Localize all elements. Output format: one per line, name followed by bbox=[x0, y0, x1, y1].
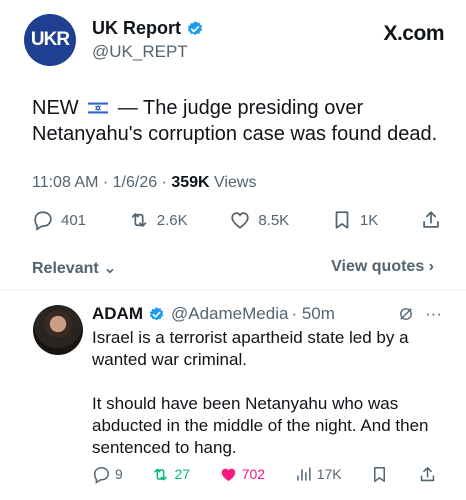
relevant-label: Relevant bbox=[32, 260, 99, 277]
views-count: 359K bbox=[171, 174, 210, 191]
reply-author-name[interactable]: ADAM bbox=[92, 304, 143, 324]
reply-age: · 50m bbox=[291, 304, 335, 323]
reply-bookmark-button[interactable] bbox=[370, 465, 389, 484]
view-quotes-link[interactable]: View quotes › bbox=[331, 258, 434, 278]
post-text-prefix: NEW bbox=[32, 97, 79, 119]
repost-button[interactable]: 2.6K bbox=[128, 209, 188, 231]
share-icon bbox=[423, 211, 439, 228]
reply-share-button[interactable] bbox=[418, 465, 437, 484]
repost-count: 2.6K bbox=[156, 211, 188, 229]
views-label: Views bbox=[214, 174, 257, 191]
share-button[interactable] bbox=[420, 209, 442, 231]
author-handle[interactable]: @UK_REPT bbox=[92, 42, 204, 62]
heart-filled-icon bbox=[221, 468, 235, 481]
analytics-icon bbox=[296, 466, 311, 481]
like-button[interactable]: 8.5K bbox=[229, 209, 289, 231]
replies-sort-bar: Relevant ⌄ View quotes › bbox=[32, 258, 434, 278]
verified-badge-icon bbox=[149, 306, 164, 320]
post-actions: 401 2.6K 8.5K 1K bbox=[32, 208, 442, 232]
share-icon bbox=[420, 466, 435, 481]
repost-icon bbox=[154, 468, 168, 480]
verified-badge-icon bbox=[187, 20, 203, 35]
reply-paragraph: Israel is a terrorist apartheid state le… bbox=[92, 328, 409, 369]
reply-count: 401 bbox=[61, 211, 87, 229]
reply-tools: ··· bbox=[397, 304, 442, 324]
reply-like-button[interactable]: 702 bbox=[219, 465, 265, 484]
reply-icon bbox=[94, 466, 109, 484]
post-meta: 11:08 AM · 1/6/26 · 359K Views bbox=[32, 174, 256, 192]
heart-icon bbox=[231, 212, 249, 229]
reply-views-button[interactable]: 17K bbox=[294, 465, 342, 484]
reply-like-count: 702 bbox=[241, 466, 266, 482]
israel-flag-icon bbox=[88, 101, 109, 115]
reply-reply-count: 9 bbox=[115, 466, 123, 482]
reply-views-count: 17K bbox=[316, 466, 342, 482]
bookmark-count: 1K bbox=[359, 211, 379, 229]
post-timestamp[interactable]: 11:08 AM · 1/6/26 · bbox=[32, 174, 167, 191]
author-info: UK Report @UK_REPT bbox=[92, 18, 204, 62]
chevron-down-icon: ⌄ bbox=[103, 260, 117, 277]
post-text: NEW — The judge presiding over Netanyahu… bbox=[32, 95, 452, 147]
like-count: 8.5K bbox=[258, 211, 290, 229]
repost-icon bbox=[131, 213, 147, 227]
site-label: X.com bbox=[383, 22, 444, 45]
author-name[interactable]: UK Report bbox=[92, 18, 181, 39]
reply-icon bbox=[34, 211, 52, 231]
reply-reply-button[interactable]: 9 bbox=[92, 465, 123, 484]
relevant-dropdown[interactable]: Relevant ⌄ bbox=[32, 258, 117, 278]
reply-header: ADAM @AdameMedia · 50m ··· bbox=[92, 303, 442, 325]
divider bbox=[0, 290, 466, 291]
reply-handle[interactable]: @AdameMedia bbox=[171, 304, 288, 324]
bookmark-icon bbox=[374, 466, 386, 482]
view-quotes-label: View quotes bbox=[331, 258, 425, 275]
uk-report-avatar[interactable]: UKR bbox=[24, 14, 76, 66]
reply-repost-button[interactable]: 27 bbox=[151, 465, 190, 484]
more-options-icon[interactable]: ··· bbox=[425, 304, 442, 324]
author-name-row[interactable]: UK Report bbox=[92, 18, 204, 39]
bookmark-button[interactable]: 1K bbox=[331, 209, 378, 231]
reply-paragraph: It should have been Netanyahu who was ab… bbox=[92, 394, 429, 457]
reply-repost-count: 27 bbox=[174, 466, 191, 482]
reply-actions: 9 27 702 17K bbox=[92, 463, 437, 485]
grok-icon[interactable] bbox=[397, 305, 415, 323]
chevron-right-icon: › bbox=[428, 258, 434, 275]
reply-text: Israel is a terrorist apartheid state le… bbox=[92, 327, 437, 459]
reply-button[interactable]: 401 bbox=[32, 209, 86, 231]
reply-avatar[interactable] bbox=[33, 305, 83, 355]
post-header: UKR UK Report @UK_REPT X.com bbox=[24, 14, 444, 70]
bookmark-icon bbox=[335, 211, 349, 229]
